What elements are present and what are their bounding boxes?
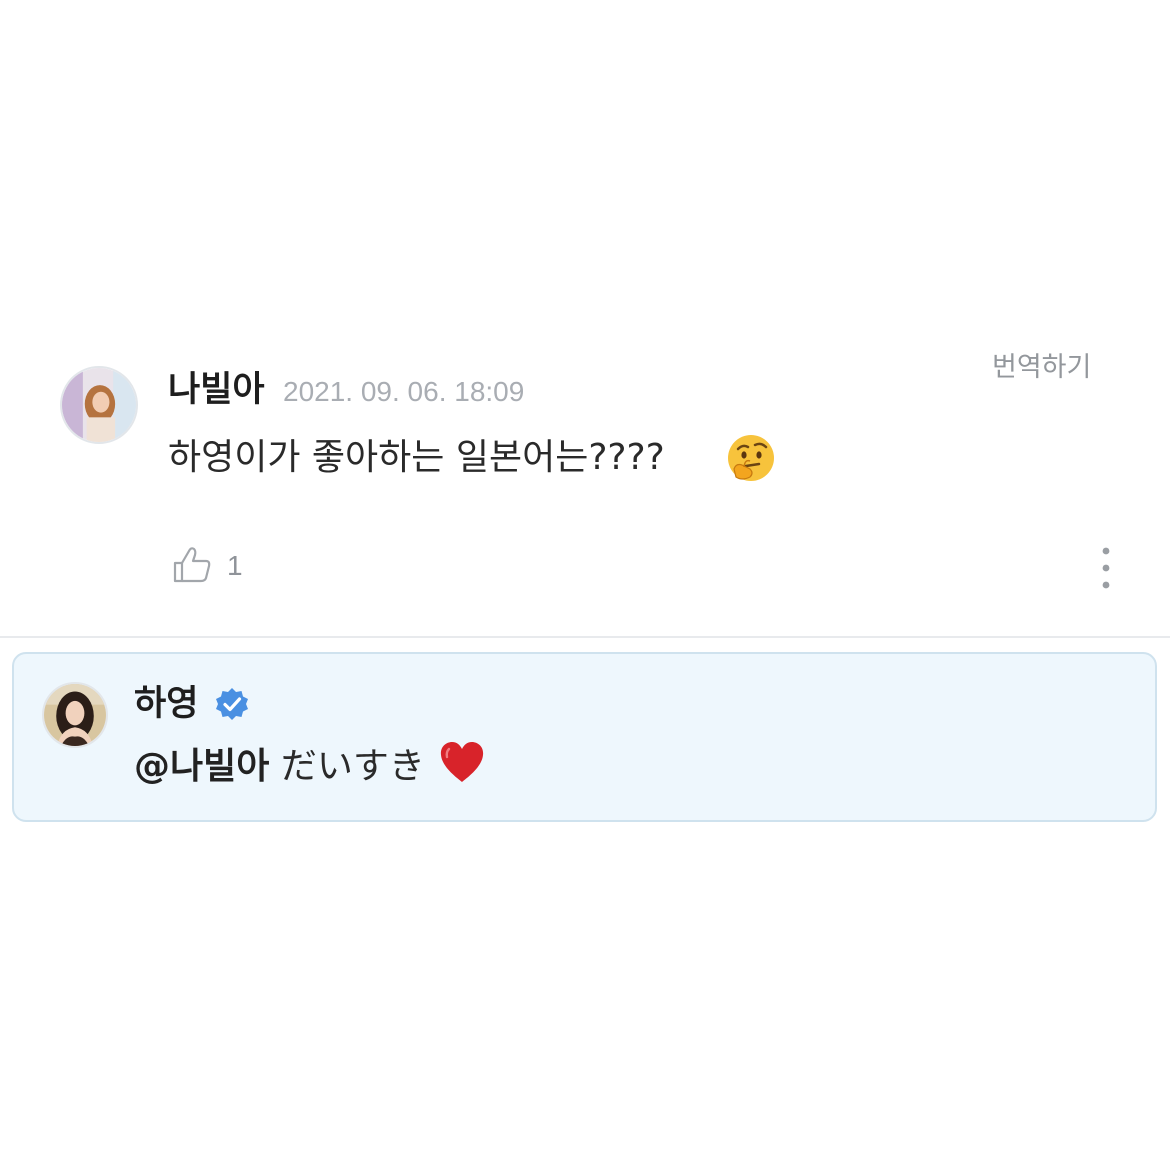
thinking-face-emoji — [728, 435, 774, 481]
divider — [0, 636, 1170, 638]
reply-message: だいすき — [280, 746, 425, 787]
reply-card: 하영 @나빌아 だいすき — [12, 652, 1157, 822]
red-heart-emoji — [441, 742, 484, 782]
translate-button[interactable]: 번역하기 — [992, 348, 1091, 388]
replier-avatar[interactable] — [42, 682, 108, 748]
commenter-name[interactable]: 나빌아 — [168, 368, 265, 412]
commenter-avatar[interactable] — [60, 366, 138, 444]
like-button[interactable] — [172, 545, 212, 585]
comment-text: 하영이가 좋아하는 일본어는???? — [168, 437, 665, 478]
comment-timestamp: 2021. 09. 06. 18:09 — [283, 376, 525, 407]
replier-name[interactable]: 하영 — [134, 682, 198, 726]
more-vertical-icon[interactable] — [1094, 545, 1118, 591]
like-count: 1 — [227, 550, 243, 581]
verified-badge-icon — [216, 688, 248, 720]
mention-link[interactable]: @나빌아 — [134, 746, 269, 787]
comment-card: 나빌아 2021. 09. 06. 18:09 번역하기 하영이가 좋아하는 일… — [0, 340, 1170, 636]
reply-text: @나빌아 だいすき — [134, 740, 486, 793]
